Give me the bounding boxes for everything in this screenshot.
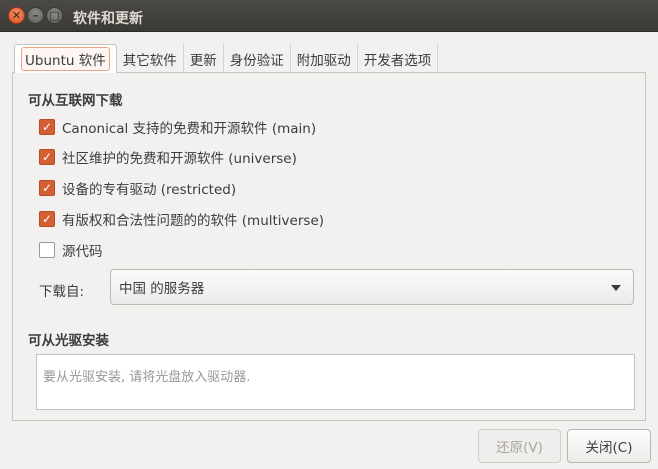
tab-other-software[interactable]: 其它软件 — [117, 44, 184, 73]
tab-additional-drivers[interactable]: 附加驱动 — [291, 44, 358, 73]
tab-authentication[interactable]: 身份验证 — [224, 44, 291, 73]
check-icon[interactable]: ✓ — [39, 211, 55, 227]
checkbox-box[interactable] — [39, 242, 55, 258]
download-section-title: 可从互联网下载 — [28, 93, 123, 109]
chevron-down-icon — [611, 285, 621, 291]
checkbox-universe[interactable]: ✓ 社区维护的免费和开源软件 (universe) — [39, 147, 297, 167]
revert-button[interactable]: 还原(V) — [478, 429, 561, 463]
checkbox-label: 社区维护的免费和开源软件 (universe) — [62, 151, 297, 167]
checkbox-restricted[interactable]: ✓ 设备的专有驱动 (restricted) — [39, 178, 236, 198]
window-minimize-button[interactable]: – — [27, 7, 44, 24]
window-maximize-button[interactable]: □ — [46, 7, 63, 24]
checkbox-source-code[interactable]: 源代码 — [39, 240, 103, 260]
window-close-button[interactable]: ✕ — [8, 7, 25, 24]
tab-label: 身份验证 — [229, 52, 284, 69]
checkbox-label: 源代码 — [62, 244, 103, 260]
window-title: 软件和更新 — [73, 11, 143, 27]
download-from-label: 下载自: — [39, 284, 85, 300]
cdrom-section-title: 可从光驱安装 — [28, 333, 109, 349]
tab-label: 开发者选项 — [363, 52, 432, 69]
check-icon[interactable]: ✓ — [39, 119, 55, 135]
check-icon[interactable]: ✓ — [39, 180, 55, 196]
tab-ubuntu-software[interactable]: Ubuntu 软件 — [14, 44, 117, 73]
tab-label: 更新 — [189, 52, 217, 69]
check-icon[interactable]: ✓ — [39, 149, 55, 165]
server-select-value: 中国 的服务器 — [119, 281, 205, 297]
server-select[interactable]: 中国 的服务器 — [110, 269, 634, 305]
tab-label: Ubuntu 软件 — [21, 47, 110, 71]
checkbox-multiverse[interactable]: ✓ 有版权和合法性问题的的软件 (multiverse) — [39, 209, 324, 229]
tab-label: 附加驱动 — [296, 52, 351, 69]
close-button[interactable]: 关闭(C) — [567, 429, 651, 463]
checkbox-label: Canonical 支持的免费和开源软件 (main) — [62, 121, 317, 137]
tab-updates[interactable]: 更新 — [184, 44, 224, 73]
cdrom-info-box: 要从光驱安装, 请将光盘放入驱动器. — [36, 354, 635, 410]
checkbox-label: 设备的专有驱动 (restricted) — [62, 182, 237, 198]
tab-label: 其它软件 — [122, 52, 177, 69]
tab-panel: 可从互联网下载 ✓ Canonical 支持的免费和开源软件 (main) ✓ … — [12, 72, 646, 421]
checkbox-main[interactable]: ✓ Canonical 支持的免费和开源软件 (main) — [39, 117, 316, 137]
tab-bar: Ubuntu 软件 其它软件 更新 身份验证 附加驱动 开发者选项 — [14, 44, 439, 73]
tab-developer-options[interactable]: 开发者选项 — [358, 44, 439, 73]
title-bar: ✕ – □ 软件和更新 — [0, 0, 658, 32]
checkbox-label: 有版权和合法性问题的的软件 (multiverse) — [62, 213, 325, 229]
